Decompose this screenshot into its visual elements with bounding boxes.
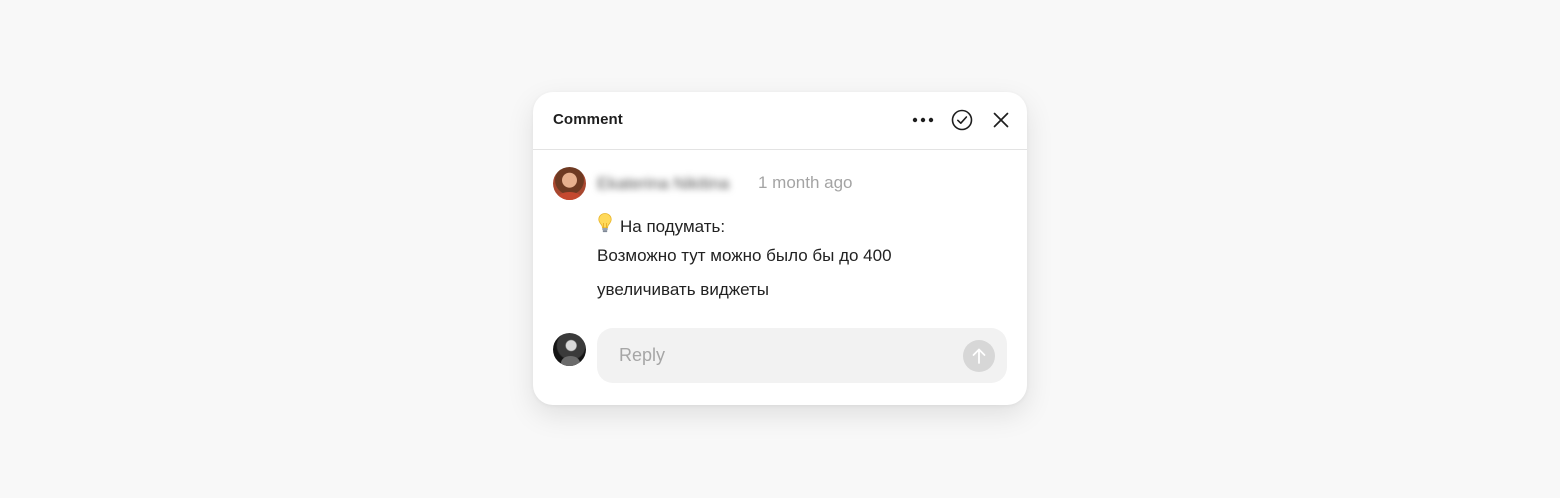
comment-line: Возможно тут можно было бы до 400 — [597, 246, 892, 265]
close-button[interactable] — [988, 107, 1014, 133]
send-button[interactable] — [963, 340, 995, 372]
more-options-button[interactable] — [910, 107, 936, 133]
reply-field — [597, 328, 1007, 383]
check-circle-icon — [951, 109, 973, 131]
comment-line-text: На подумать: — [620, 217, 726, 236]
arrow-up-icon — [972, 348, 986, 364]
close-icon — [993, 112, 1009, 128]
comment-line: На подумать: — [597, 212, 997, 237]
author-avatar[interactable] — [553, 167, 586, 200]
more-horizontal-icon — [912, 117, 934, 123]
lightbulb-icon — [598, 213, 612, 233]
comment-line: увеличивать виджеты — [597, 280, 770, 299]
resolve-button[interactable] — [949, 107, 975, 133]
author-name[interactable]: Ekaterina Nikitina — [597, 174, 729, 194]
comment-timestamp: 1 month ago — [758, 173, 853, 192]
panel-title: Comment — [553, 111, 623, 128]
comment-panel-header: Comment — [533, 92, 1027, 150]
comment-panel: Comment Ekaterina Nikitina 1 month ago Н… — [533, 92, 1027, 405]
reply-input[interactable] — [619, 328, 939, 383]
current-user-avatar — [553, 333, 586, 366]
